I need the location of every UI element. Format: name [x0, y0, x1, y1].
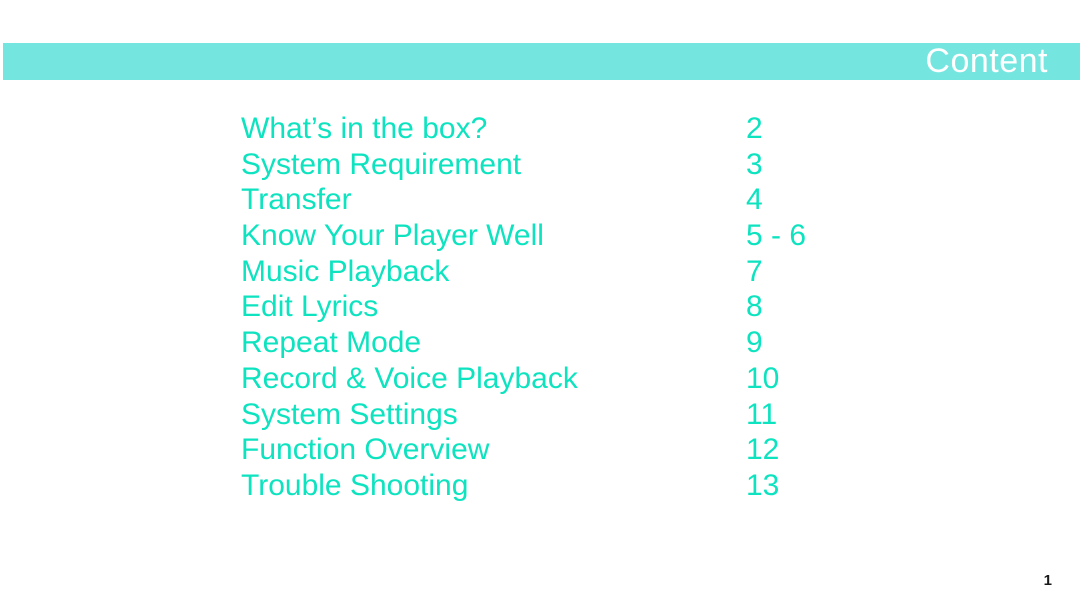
slide-number: 1: [1043, 572, 1052, 589]
list-item[interactable]: Transfer 4: [241, 182, 941, 218]
list-item[interactable]: Trouble Shooting 13: [241, 468, 941, 504]
toc-entry-page: 3: [746, 147, 763, 181]
list-item[interactable]: Function Overview 12: [241, 432, 941, 468]
toc-entry-title: System Requirement: [241, 147, 522, 181]
toc-entry-title: System Settings: [241, 397, 458, 431]
toc-entry-title: Function Overview: [241, 433, 490, 467]
list-item[interactable]: System Requirement 3: [241, 147, 941, 183]
toc-entry-page: 5 - 6: [746, 219, 807, 253]
toc-entry-title: Record & Voice Playback: [241, 361, 578, 395]
page-title: Content: [925, 42, 1048, 80]
toc-entry-title: What’s in the box?: [241, 112, 488, 145]
toc-entry-title: Know Your Player Well: [241, 219, 544, 253]
toc-entry-page: 2: [746, 112, 763, 145]
toc-entry-page: 10: [746, 361, 780, 395]
slide: Content What’s in the box? 2 System Requ…: [0, 0, 1080, 605]
toc-entry-title: Music Playback: [241, 254, 450, 288]
list-item[interactable]: Repeat Mode 9: [241, 325, 941, 361]
list-item[interactable]: Music Playback 7: [241, 254, 941, 290]
toc-entry-page: 11: [746, 397, 778, 431]
toc-entry-page: 7: [746, 254, 763, 288]
toc-entry-title: Transfer: [241, 183, 352, 217]
list-item[interactable]: Record & Voice Playback 10: [241, 361, 941, 397]
list-item[interactable]: Edit Lyrics 8: [241, 289, 941, 325]
list-item[interactable]: System Settings 11: [241, 397, 941, 433]
toc-entry-page: 13: [746, 468, 780, 502]
list-item[interactable]: What’s in the box? 2: [241, 111, 941, 147]
toc-entry-page: 12: [746, 433, 780, 467]
table-of-contents: What’s in the box? 2 System Requirement …: [241, 111, 941, 504]
toc-entry-title: Repeat Mode: [241, 326, 422, 360]
toc-entry-page: 8: [746, 290, 763, 324]
header-band: [3, 43, 1080, 80]
toc-entry-page: 4: [746, 183, 763, 217]
toc-entry-page: 9: [746, 326, 763, 360]
list-item[interactable]: Know Your Player Well 5 - 6: [241, 218, 941, 254]
toc-entry-title: Trouble Shooting: [241, 468, 469, 502]
toc-entry-title: Edit Lyrics: [241, 290, 379, 324]
